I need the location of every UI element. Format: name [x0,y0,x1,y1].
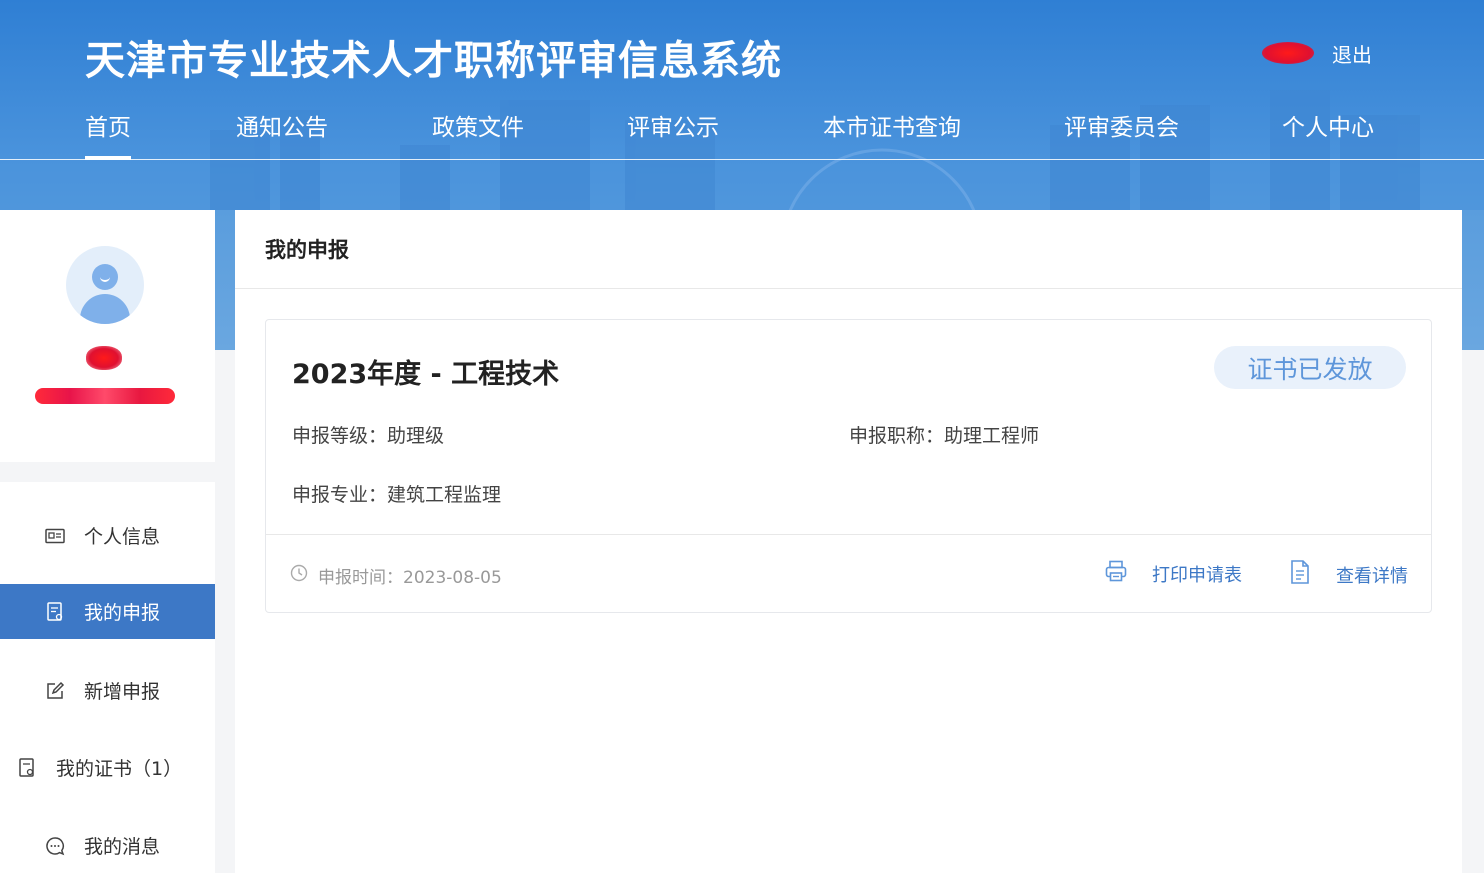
document-icon [1288,559,1312,590]
application-title: 2023年度 - 工程技术 [292,359,560,390]
print-application-label: 打印申请表 [1152,564,1242,586]
main-panel: 我的申报 2023年度 - 工程技术 证书已发放 申报等级：助理级 申报职称：助… [235,210,1462,873]
redacted-name [86,346,122,370]
view-details-label: 查看详情 [1336,565,1408,587]
edit-icon [44,680,66,702]
print-application-button[interactable]: 打印申请表 [1104,559,1242,588]
logout-link[interactable]: 退出 [1332,39,1372,68]
redacted-username [1262,42,1314,64]
certificate-icon [16,757,38,779]
application-job-title: 申报职称：助理工程师 [849,425,1040,447]
nav-certificate-query[interactable]: 本市证书查询 [823,108,961,160]
sidebar-item-label: 我的证书（1） [56,758,183,780]
nav-personal-center[interactable]: 个人中心 [1282,108,1374,160]
sidebar-menu: 个人信息 我的申报 新增申报 我的证书（1） 我的消息 [0,482,215,873]
sidebar-item-label: 我的申报 [84,602,161,624]
message-icon [44,835,66,857]
submit-time-text: 申报时间：2023-08-05 [318,568,502,588]
status-badge: 证书已发放 [1214,346,1406,389]
application-doc-icon [44,601,66,623]
nav-home[interactable]: 首页 [85,108,131,160]
card-footer: 申报时间：2023-08-05 打印申请表 查看详情 [266,534,1431,614]
application-card: 2023年度 - 工程技术 证书已发放 申报等级：助理级 申报职称：助理工程师 … [265,319,1432,613]
sidebar-item-my-certificates[interactable]: 我的证书（1） [0,740,215,795]
printer-icon [1104,559,1128,588]
system-title: 天津市专业技术人才职称评审信息系统 [85,38,782,84]
view-details-button[interactable]: 查看详情 [1288,559,1408,590]
id-card-icon [44,525,66,547]
main-header: 我的申报 [235,210,1462,289]
sidebar-item-new-application[interactable]: 新增申报 [0,663,215,718]
sidebar-item-label: 我的消息 [84,836,161,858]
user-area: 退出 [1262,38,1372,68]
nav-review-committee[interactable]: 评审委员会 [1064,108,1179,160]
sidebar-item-personal-info[interactable]: 个人信息 [0,508,215,563]
main-nav: 首页 通知公告 政策文件 评审公示 本市证书查询 评审委员会 个人中心 [0,100,1484,160]
avatar-body-shape [80,294,130,324]
sidebar-item-my-messages[interactable]: 我的消息 [0,818,215,873]
application-specialty: 申报专业：建筑工程监理 [292,484,502,506]
avatar[interactable] [66,246,144,324]
sidebar-item-label: 个人信息 [84,526,161,548]
nav-policies[interactable]: 政策文件 [432,108,524,160]
submit-time: 申报时间：2023-08-05 [290,563,502,588]
application-level: 申报等级：助理级 [292,425,445,447]
clock-icon [290,564,308,587]
profile-card [0,210,215,462]
sidebar-item-my-applications[interactable]: 我的申报 [0,584,215,639]
nav-notices[interactable]: 通知公告 [236,108,328,160]
sidebar-item-label: 新增申报 [84,681,161,703]
redacted-id [35,388,175,404]
nav-review-publicity[interactable]: 评审公示 [627,108,719,160]
page-title: 我的申报 [265,238,349,262]
